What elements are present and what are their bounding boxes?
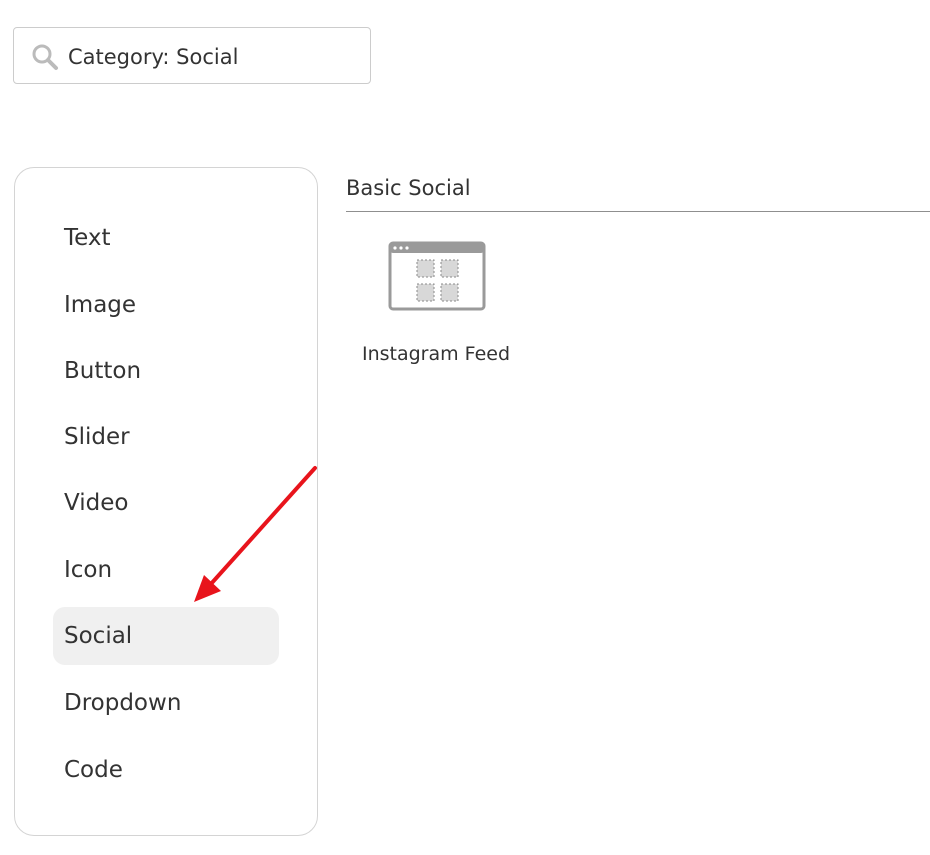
- section-divider: [346, 211, 930, 212]
- sidebar-item-image[interactable]: Image: [53, 276, 279, 334]
- grid-feed-icon: [388, 241, 486, 311]
- sidebar-item-social[interactable]: Social: [53, 607, 279, 665]
- sidebar-item-text[interactable]: Text: [53, 209, 279, 267]
- widget-instagram-feed[interactable]: Instagram Feed: [350, 236, 522, 376]
- search-value: Category: Social: [68, 45, 239, 69]
- search-input[interactable]: Category: Social: [13, 27, 371, 84]
- search-icon: [32, 44, 58, 70]
- sidebar-item-icon[interactable]: Icon: [53, 541, 279, 599]
- widget-label: Instagram Feed: [361, 343, 511, 365]
- sidebar-item-video[interactable]: Video: [53, 474, 279, 532]
- sidebar-item-code[interactable]: Code: [53, 741, 279, 799]
- sidebar-item-dropdown[interactable]: Dropdown: [53, 674, 279, 732]
- category-sidebar: Text Image Button Slider Video Icon Soci…: [14, 167, 318, 836]
- section-title: Basic Social: [346, 176, 471, 200]
- sidebar-item-slider[interactable]: Slider: [53, 408, 279, 466]
- sidebar-item-button[interactable]: Button: [53, 342, 279, 400]
